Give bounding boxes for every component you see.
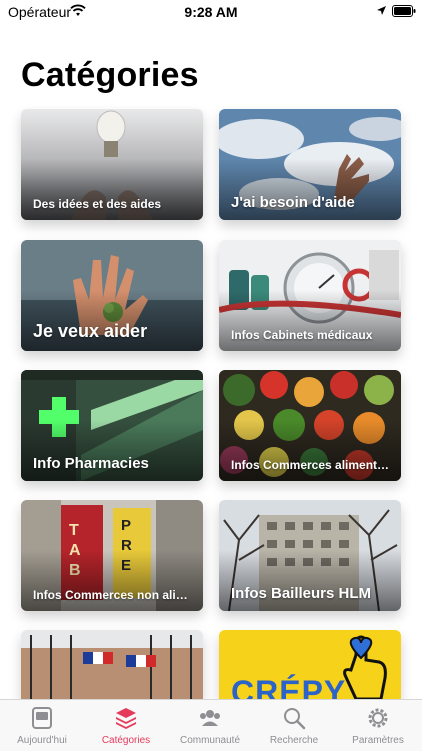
newspaper-icon	[32, 707, 52, 729]
gear-icon	[368, 708, 388, 728]
category-card-ideas-aids[interactable]: Des idées et des aides	[21, 109, 203, 220]
card-label: Info Pharmacies	[33, 455, 149, 472]
tab-today[interactable]: Aujourd'hui	[0, 700, 84, 751]
search-icon	[284, 708, 306, 730]
tab-categories[interactable]: Catégories	[84, 700, 168, 751]
category-card-food-shops[interactable]: Infos Commerces alimentaires	[219, 370, 401, 481]
card-label: Infos Bailleurs HLM	[231, 585, 372, 602]
category-card-town-hall[interactable]	[21, 630, 203, 699]
tab-community[interactable]: Communauté	[168, 700, 252, 751]
tab-search[interactable]: Recherche	[252, 700, 336, 751]
svg-text:T: T	[69, 522, 79, 539]
card-label: Infos Cabinets médicaux	[231, 328, 373, 342]
category-card-want-to-help[interactable]: Je veux aider	[21, 240, 203, 351]
tab-label: Catégories	[101, 735, 151, 746]
tab-label: Paramètres	[352, 735, 404, 746]
card-label: J'ai besoin d'aide	[231, 194, 355, 211]
category-card-non-food-shops[interactable]: T A B P R E Infos Commerces non alimenta…	[21, 500, 203, 611]
category-card-crepy[interactable]: CRÉPY	[219, 630, 401, 699]
tab-label: Aujourd'hui	[17, 735, 67, 746]
layers-icon	[116, 708, 136, 729]
category-card-social-housing[interactable]: Infos Bailleurs HLM	[219, 500, 401, 611]
tab-label: Communauté	[179, 735, 241, 746]
category-card-need-help[interactable]: J'ai besoin d'aide	[219, 109, 401, 220]
category-card-medical-offices[interactable]: Infos Cabinets médicaux	[219, 240, 401, 351]
card-label: Je veux aider	[33, 321, 148, 341]
people-icon	[200, 710, 220, 726]
tab-bar: Aujourd'hui Catégories Communauté Recher…	[0, 699, 422, 751]
category-card-pharmacies[interactable]: Info Pharmacies	[21, 370, 203, 481]
card-image	[21, 630, 203, 699]
card-label: Infos Commerces alimentaires	[231, 458, 393, 472]
card-label: Infos Commerces non alimentaires	[33, 588, 195, 602]
svg-text:P: P	[121, 517, 131, 534]
tab-label: Recherche	[269, 735, 319, 746]
card-label: Des idées et des aides	[33, 197, 162, 211]
category-grid: Des idées et des aides J'ai besoin d'aid…	[0, 0, 422, 750]
tab-settings[interactable]: Paramètres	[336, 700, 420, 751]
banner-text: CRÉPY	[231, 674, 347, 699]
